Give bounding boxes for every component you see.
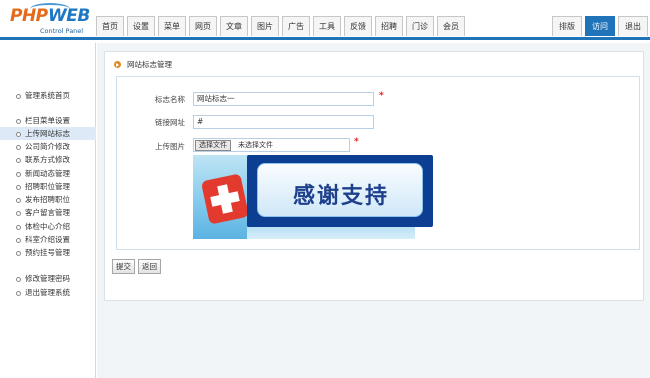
nav-tab-articles[interactable]: 文章 xyxy=(220,16,248,36)
sidebar-item-news[interactable]: 新闻动态管理 xyxy=(0,167,96,180)
nav-tab-logout[interactable]: 退出 xyxy=(618,16,648,36)
sidebar-item-label: 招聘职位管理 xyxy=(25,182,70,191)
choose-file-button[interactable]: 选择文件 xyxy=(195,140,231,151)
nav-tab-pages[interactable]: 网页 xyxy=(189,16,217,36)
nav-tab-ads[interactable]: 广告 xyxy=(282,16,310,36)
sidebar-item-upload-logo[interactable]: 上传网站标志 xyxy=(0,127,96,140)
panel-title: 网站标志管理 xyxy=(127,60,172,69)
nav-tab-images[interactable]: 图片 xyxy=(251,16,279,36)
nav-tab-feedback[interactable]: 反馈 xyxy=(344,16,372,36)
sidebar-item-label: 退出管理系统 xyxy=(25,288,70,297)
bullet-icon xyxy=(16,210,21,216)
logo-name-field[interactable]: 网站标志一 xyxy=(193,92,374,106)
logo-web-text: WEB xyxy=(48,6,90,26)
sidebar-item-menu-settings[interactable]: 栏目菜单设置 xyxy=(0,114,96,127)
name-label: 标志名称 xyxy=(155,95,185,104)
nav-tab-visit[interactable]: 访问 xyxy=(585,16,615,36)
sidebar-item-appointments[interactable]: 预约挂号管理 xyxy=(0,246,96,259)
bullet-icon xyxy=(16,197,21,203)
nav-tab-layout[interactable]: 排版 xyxy=(552,16,582,36)
sidebar-item-label: 新闻动态管理 xyxy=(25,169,70,178)
file-upload-input[interactable]: 选择文件 未选择文件 xyxy=(193,138,350,152)
sidebar: 管理系统首页 栏目菜单设置 上传网站标志 公司简介修改 联系方式修改 新闻动态管… xyxy=(0,43,96,378)
nav-tab-jobs[interactable]: 招聘 xyxy=(375,16,403,36)
back-button[interactable]: 返回 xyxy=(138,259,161,274)
sidebar-item-label: 公司简介修改 xyxy=(25,142,70,151)
thanks-banner: 感谢支持 xyxy=(247,155,433,227)
bullet-icon xyxy=(16,131,21,137)
sidebar-item-label: 科室介绍设置 xyxy=(25,235,70,244)
bullet-icon xyxy=(16,290,21,296)
sidebar-item-label: 发布招聘职位 xyxy=(25,195,70,204)
link-label: 链接网址 xyxy=(155,118,185,127)
logo-subtitle: Control Panel xyxy=(40,27,84,35)
bullet-icon xyxy=(16,171,21,177)
sidebar-item-job-post[interactable]: 发布招聘职位 xyxy=(0,193,96,206)
link-url-field[interactable]: # xyxy=(193,115,374,129)
image-label: 上传图片 xyxy=(155,142,185,151)
sidebar-item-label: 栏目菜单设置 xyxy=(25,116,70,125)
logo-form: 标志名称 网站标志一 * 链接网址 # 上传图片 选择文件 未选择文件 * 感谢… xyxy=(116,76,640,250)
bullet-icon xyxy=(16,93,21,99)
sidebar-item-label: 体检中心介绍 xyxy=(25,222,70,231)
bullet-icon xyxy=(16,144,21,150)
main-content: 网站标志管理 标志名称 网站标志一 * 链接网址 # 上传图片 选择文件 未选择… xyxy=(97,43,650,378)
nav-tab-menu[interactable]: 菜单 xyxy=(158,16,186,36)
bullet-icon xyxy=(16,237,21,243)
sidebar-item-label: 客户留言管理 xyxy=(25,208,70,217)
arrow-bullet-icon xyxy=(114,61,121,68)
nav-tab-tools[interactable]: 工具 xyxy=(313,16,341,36)
bullet-icon xyxy=(16,184,21,190)
main-nav: 首页 设置 菜单 网页 文章 图片 广告 工具 反馈 招聘 门诊 会员 xyxy=(96,16,468,36)
nav-tab-settings[interactable]: 设置 xyxy=(127,16,155,36)
sidebar-item-label: 修改管理密码 xyxy=(25,274,70,283)
sidebar-item-company-intro[interactable]: 公司简介修改 xyxy=(0,140,96,153)
sidebar-item-checkup[interactable]: 体检中心介绍 xyxy=(0,220,96,233)
required-mark: * xyxy=(379,91,384,101)
red-cross-icon xyxy=(201,174,249,224)
sidebar-item-label: 预约挂号管理 xyxy=(25,248,70,257)
sidebar-item-contact[interactable]: 联系方式修改 xyxy=(0,153,96,166)
logo-manage-panel: 网站标志管理 标志名称 网站标志一 * 链接网址 # 上传图片 选择文件 未选择… xyxy=(104,51,644,301)
banner-inner: 感谢支持 xyxy=(257,163,423,217)
banner-text: 感谢支持 xyxy=(292,184,389,209)
file-status-text: 未选择文件 xyxy=(238,141,273,149)
bullet-icon xyxy=(16,224,21,230)
sidebar-item-label: 上传网站标志 xyxy=(25,129,70,138)
nav-tab-clinic[interactable]: 门诊 xyxy=(406,16,434,36)
sidebar-item-logout[interactable]: 退出管理系统 xyxy=(0,286,96,299)
nav-tab-members[interactable]: 会员 xyxy=(437,16,465,36)
sidebar-item-change-password[interactable]: 修改管理密码 xyxy=(0,272,96,285)
bullet-icon xyxy=(16,157,21,163)
submit-button[interactable]: 提交 xyxy=(112,259,135,274)
sidebar-item-departments[interactable]: 科室介绍设置 xyxy=(0,233,96,246)
required-mark: * xyxy=(354,137,359,147)
logo-php-text: PHP xyxy=(10,6,48,26)
phpweb-logo: PHP WEB Control Panel xyxy=(10,3,90,40)
sidebar-item-label: 管理系统首页 xyxy=(25,91,70,100)
right-nav: 排版 访问 退出 xyxy=(549,16,648,36)
logo-preview-image: 感谢支持 xyxy=(193,155,433,239)
bullet-icon xyxy=(16,250,21,256)
sidebar-item-messages[interactable]: 客户留言管理 xyxy=(0,206,96,219)
nav-tab-home[interactable]: 首页 xyxy=(96,16,124,36)
bullet-icon xyxy=(16,276,21,282)
sidebar-item-job-manage[interactable]: 招聘职位管理 xyxy=(0,180,96,193)
sidebar-item-label: 联系方式修改 xyxy=(25,155,70,164)
preview-strip xyxy=(247,227,415,239)
sidebar-item-admin-home[interactable]: 管理系统首页 xyxy=(0,89,96,102)
bullet-icon xyxy=(16,118,21,124)
top-bar: PHP WEB Control Panel 首页 设置 菜单 网页 文章 图片 … xyxy=(0,0,650,40)
